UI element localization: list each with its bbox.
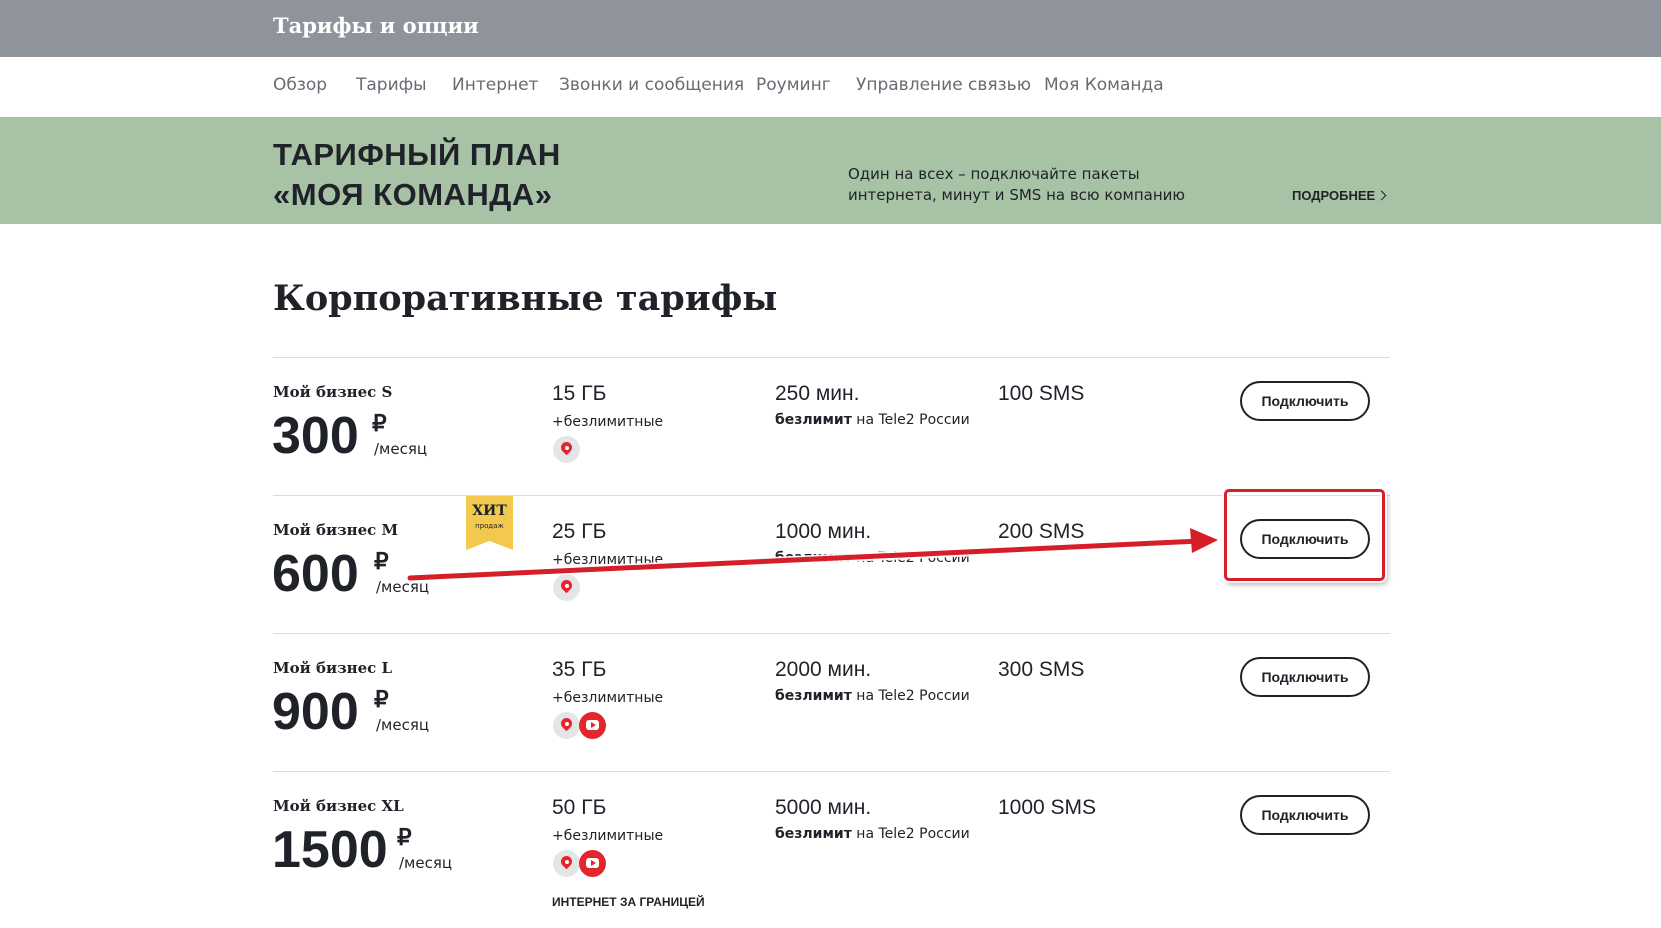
badge-text: ХИТ (472, 503, 507, 519)
tariff-name[interactable]: Мой бизнес XL (273, 797, 404, 815)
unlimited-calls-note: безлимит на Tele2 России (775, 412, 970, 428)
currency-symbol: ₽ (374, 548, 389, 574)
banner-more-label: ПОДРОБНЕЕ (1292, 188, 1376, 203)
unlimited-bold: безлимит (775, 550, 852, 566)
nav-item-tariffs[interactable]: Тарифы (356, 75, 427, 95)
arrow-head-icon (1190, 528, 1218, 553)
row-divider (273, 771, 1390, 772)
banner-title: ТАРИФНЫЙ ПЛАН «МОЯ КОМАНДА» (273, 135, 561, 215)
banner-description-line-2: интернета, минут и SMS на всю компанию (848, 186, 1186, 204)
connect-button[interactable]: Подключить (1240, 519, 1370, 559)
unlimited-apps-label: +безлимитные (552, 828, 664, 844)
row-divider (273, 357, 1390, 358)
youtube-icon (579, 712, 606, 739)
unlimited-apps-label: +безлимитные (552, 690, 664, 706)
geo-icon (553, 436, 580, 463)
currency-symbol: ₽ (372, 410, 387, 436)
unlimited-bold: безлимит (775, 412, 852, 428)
price-period: /месяц (376, 578, 430, 596)
data-volume: 15 ГБ (552, 382, 607, 405)
chevron-right-icon (1376, 190, 1387, 201)
minutes-volume: 5000 мин. (775, 796, 872, 819)
geo-icon (553, 574, 580, 601)
sms-volume: 300 SMS (998, 658, 1085, 681)
price-period: /месяц (399, 854, 453, 872)
geo-icon (553, 850, 580, 877)
unlimited-apps-label: +безлимитные (552, 552, 664, 568)
minutes-volume: 2000 мин. (775, 658, 872, 681)
currency-symbol: ₽ (397, 824, 412, 850)
unlimited-rest: на Tele2 России (851, 688, 970, 704)
connect-button[interactable]: Подключить (1240, 795, 1370, 835)
tariff-price: 300 (272, 407, 359, 465)
badge-subtext: продаж (475, 522, 504, 530)
connect-button[interactable]: Подключить (1240, 381, 1370, 421)
minutes-volume: 1000 мин. (775, 520, 872, 543)
sms-volume: 1000 SMS (998, 796, 1097, 819)
nav-item-my-team[interactable]: Моя Команда (1044, 75, 1164, 95)
unlimited-apps-label: +безлимитные (552, 414, 664, 430)
sms-volume: 100 SMS (998, 382, 1085, 405)
row-divider (273, 633, 1390, 634)
banner-description: Один на всех – подключайте пакеты интерн… (848, 164, 1185, 206)
minutes-volume: 250 мин. (775, 382, 860, 405)
unlimited-rest: на Tele2 России (851, 826, 970, 842)
data-volume: 35 ГБ (552, 658, 607, 681)
unlimited-bold: безлимит (775, 826, 852, 842)
connect-button[interactable]: Подключить (1240, 657, 1370, 697)
tariff-name[interactable]: Мой бизнес L (273, 659, 392, 677)
row-divider (273, 495, 1390, 496)
unlimited-calls-note: безлимит на Tele2 России (775, 826, 970, 842)
price-period: /месяц (376, 716, 430, 734)
tariff-name[interactable]: Мой бизнес M (273, 521, 398, 539)
data-volume: 50 ГБ (552, 796, 607, 819)
top-bar: Тарифы и опции (0, 0, 1661, 57)
bestseller-badge: ХИТ продаж (466, 496, 513, 550)
price-period: /месяц (374, 440, 428, 458)
geo-icon (553, 712, 580, 739)
currency-symbol: ₽ (374, 686, 389, 712)
sms-volume: 200 SMS (998, 520, 1085, 543)
tariff-price: 600 (272, 545, 359, 603)
page-header-title[interactable]: Тарифы и опции (273, 13, 479, 38)
unlimited-rest: на Tele2 России (851, 550, 970, 566)
tariff-price: 1500 (272, 821, 388, 879)
sub-navigation: Обзор Тарифы Интернет Звонки и сообщения… (0, 57, 1661, 117)
nav-item-overview[interactable]: Обзор (273, 75, 327, 95)
nav-item-internet[interactable]: Интернет (452, 75, 538, 95)
section-title: Корпоративные тарифы (273, 278, 778, 319)
nav-item-connection-management[interactable]: Управление связью (856, 75, 1031, 95)
unlimited-rest: на Tele2 России (851, 412, 970, 428)
banner-title-line-1: ТАРИФНЫЙ ПЛАН (273, 137, 561, 172)
youtube-icon (579, 850, 606, 877)
banner-title-line-2: «МОЯ КОМАНДА» (273, 177, 553, 212)
tariff-price: 900 (272, 683, 359, 741)
unlimited-calls-note: безлимит на Tele2 России (775, 550, 970, 566)
banner-more-link[interactable]: ПОДРОБНЕЕ (1292, 188, 1387, 203)
data-volume: 25 ГБ (552, 520, 607, 543)
nav-item-roaming[interactable]: Роуминг (756, 75, 831, 95)
nav-item-calls-messages[interactable]: Звонки и сообщения (559, 75, 744, 95)
unlimited-bold: безлимит (775, 688, 852, 704)
internet-abroad-link[interactable]: ИНТЕРНЕТ ЗА ГРАНИЦЕЙ (552, 895, 705, 909)
tariff-name[interactable]: Мой бизнес S (273, 383, 392, 401)
banner-description-line-1: Один на всех – подключайте пакеты (848, 165, 1140, 183)
unlimited-calls-note: безлимит на Tele2 России (775, 688, 970, 704)
promo-banner[interactable]: ТАРИФНЫЙ ПЛАН «МОЯ КОМАНДА» Один на всех… (0, 117, 1661, 224)
